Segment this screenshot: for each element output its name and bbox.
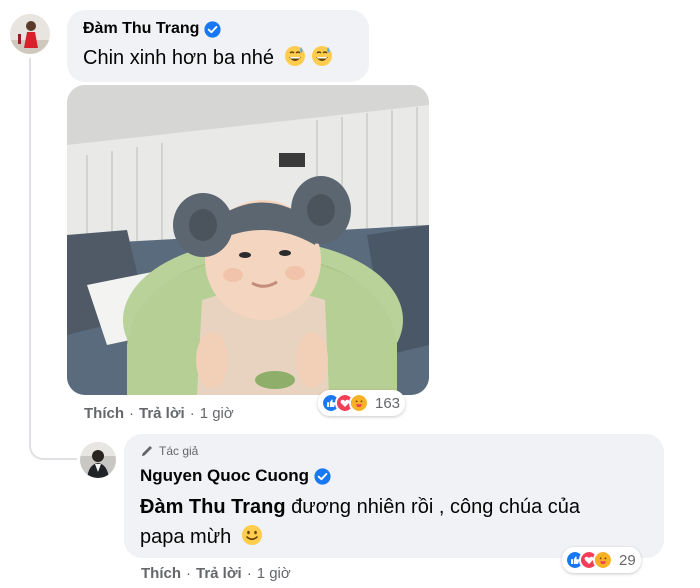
commenter-avatar[interactable] — [10, 14, 50, 54]
comment-timestamp[interactable]: 1 giờ — [200, 405, 234, 422]
like-action[interactable]: Thích — [141, 565, 181, 582]
reply-author-avatar[interactable] — [80, 442, 116, 478]
reply-timestamp[interactable]: 1 giờ — [257, 565, 291, 582]
reaction-summary[interactable]: 163 — [318, 390, 406, 416]
reply-author-row: Nguyen Quoc Cuong — [140, 466, 652, 486]
reply-text-line2: papa mừh — [140, 526, 232, 548]
grinning-sweat-emoji-icon — [312, 46, 333, 66]
grinning-sweat-emoji-icon — [284, 46, 305, 66]
reply-action[interactable]: Trả lời — [139, 405, 185, 422]
reply-reaction-summary[interactable]: 29 — [562, 547, 641, 573]
comment-photo[interactable] — [67, 85, 429, 395]
comment-text: Chin xinh hơn ba nhé — [83, 47, 275, 69]
comment-author-name[interactable]: Đàm Thu Trang — [83, 20, 199, 38]
reply-actions: Thích · Trả lời · 1 giờ — [141, 565, 291, 582]
reply-text-line1: đương nhiên rồi , công chúa của — [285, 496, 581, 518]
separator-dot: · — [246, 565, 252, 582]
reply-author-name[interactable]: Nguyen Quoc Cuong — [140, 466, 309, 486]
like-action[interactable]: Thích — [84, 405, 124, 422]
separator-dot: · — [186, 565, 191, 582]
verified-badge-icon — [314, 467, 331, 485]
reply-thread-line — [29, 58, 77, 460]
comment-text-row: Chin xinh hơn ba nhé — [83, 45, 357, 70]
reply-bubble: Tác giả Nguyen Quoc Cuong Đàm Thu Trang … — [124, 434, 664, 558]
care-reaction-icon — [349, 393, 369, 413]
comment-actions: Thích · Trả lời · 1 giờ — [84, 405, 234, 422]
verified-badge-icon — [204, 20, 222, 38]
comment-author-row: Đàm Thu Trang — [83, 20, 357, 38]
slightly-smiling-emoji-icon — [241, 525, 262, 545]
pen-icon — [142, 446, 152, 456]
reply-text: Đàm Thu Trang đương nhiên rồi , công chú… — [140, 492, 652, 552]
care-reaction-icon — [593, 550, 613, 570]
reply-action[interactable]: Trả lời — [196, 565, 242, 582]
comment-bubble: Đàm Thu Trang Chin xinh hơn ba nhé — [67, 10, 369, 82]
mention-tag[interactable]: Đàm Thu Trang — [140, 496, 286, 518]
reaction-count: 29 — [619, 551, 636, 569]
author-badge-label: Tác giả — [159, 444, 199, 458]
separator-dot: · — [189, 405, 195, 422]
reaction-count: 163 — [375, 394, 401, 412]
separator-dot: · — [129, 405, 134, 422]
author-badge: Tác giả — [140, 444, 652, 458]
